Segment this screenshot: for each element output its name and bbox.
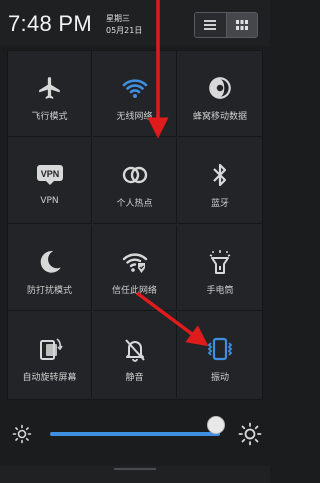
brightness-row (0, 408, 270, 458)
tile-label: 自动旋转屏幕 (22, 373, 77, 383)
view-toggle (194, 12, 258, 38)
tile-trust-network[interactable]: 信任此网络 (93, 225, 177, 311)
tile-cellular-data[interactable]: 蜂窝移动数据 (178, 51, 262, 137)
brightness-high-icon (238, 422, 262, 446)
vibrate-icon (207, 337, 233, 361)
brightness-fill (50, 432, 220, 436)
brightness-slider[interactable] (50, 432, 220, 436)
list-view-button[interactable] (195, 13, 227, 37)
tile-label: 个人热点 (116, 199, 153, 209)
tile-label: 蜂窝移动数据 (192, 112, 247, 122)
trusted-wifi-icon (122, 253, 147, 273)
tile-label: 手电筒 (206, 286, 234, 296)
hotspot-icon (122, 166, 147, 184)
tile-label: VPN (40, 196, 59, 206)
tile-wifi[interactable]: 无线网络 (93, 51, 177, 137)
tile-label: 无线网络 (116, 112, 153, 122)
tile-hotspot[interactable]: 个人热点 (93, 138, 177, 224)
tile-label: 信任此网络 (111, 286, 157, 296)
brightness-slider-thumb[interactable] (207, 416, 225, 434)
drag-handle-bar (114, 468, 156, 470)
moon-icon (40, 251, 61, 273)
panel-drag-handle[interactable] (0, 466, 270, 483)
airplane-icon (38, 77, 60, 99)
svg-text:VPN: VPN (40, 169, 59, 179)
rotate-screen-icon (39, 338, 63, 360)
flashlight-icon (209, 250, 231, 274)
tile-label: 防打扰模式 (26, 286, 72, 296)
grid-icon (235, 20, 248, 30)
tile-label: 飞行模式 (31, 112, 68, 122)
mute-bell-icon (124, 339, 145, 362)
list-icon (204, 20, 217, 30)
wifi-icon (122, 79, 147, 98)
tile-silent[interactable]: 静音 (93, 312, 177, 398)
brightness-low-icon (12, 424, 32, 444)
date: 05月21日 (106, 26, 143, 35)
vpn-icon: VPN (36, 165, 63, 185)
tile-bluetooth[interactable]: 蓝牙 (178, 138, 262, 224)
grid-view-button[interactable] (226, 13, 257, 37)
tile-vibrate[interactable]: 振动 (178, 312, 262, 398)
date-block: 星期三 05月21日 (106, 13, 142, 37)
cellular-data-icon (209, 77, 231, 99)
status-bar: 7:48 PM 星期三 05月21日 (0, 0, 270, 46)
bluetooth-icon (213, 163, 227, 187)
tile-vpn[interactable]: VPN VPN (8, 138, 92, 224)
tile-do-not-disturb[interactable]: 防打扰模式 (8, 225, 92, 311)
tile-label: 静音 (125, 373, 144, 383)
tile-label: 蓝牙 (210, 199, 229, 209)
tile-airplane-mode[interactable]: 飞行模式 (8, 51, 92, 137)
tile-label: 振动 (210, 373, 229, 383)
quick-settings-panel: 飞行模式 无线网络 蜂窝移动数据 VPN VPN 个人热点 蓝牙 防打扰模式 信… (7, 50, 263, 400)
tile-flashlight[interactable]: 手电筒 (178, 225, 262, 311)
tile-auto-rotate[interactable]: 自动旋转屏幕 (8, 312, 92, 398)
weekday: 星期三 (106, 14, 130, 23)
clock: 7:48 PM (8, 11, 93, 36)
